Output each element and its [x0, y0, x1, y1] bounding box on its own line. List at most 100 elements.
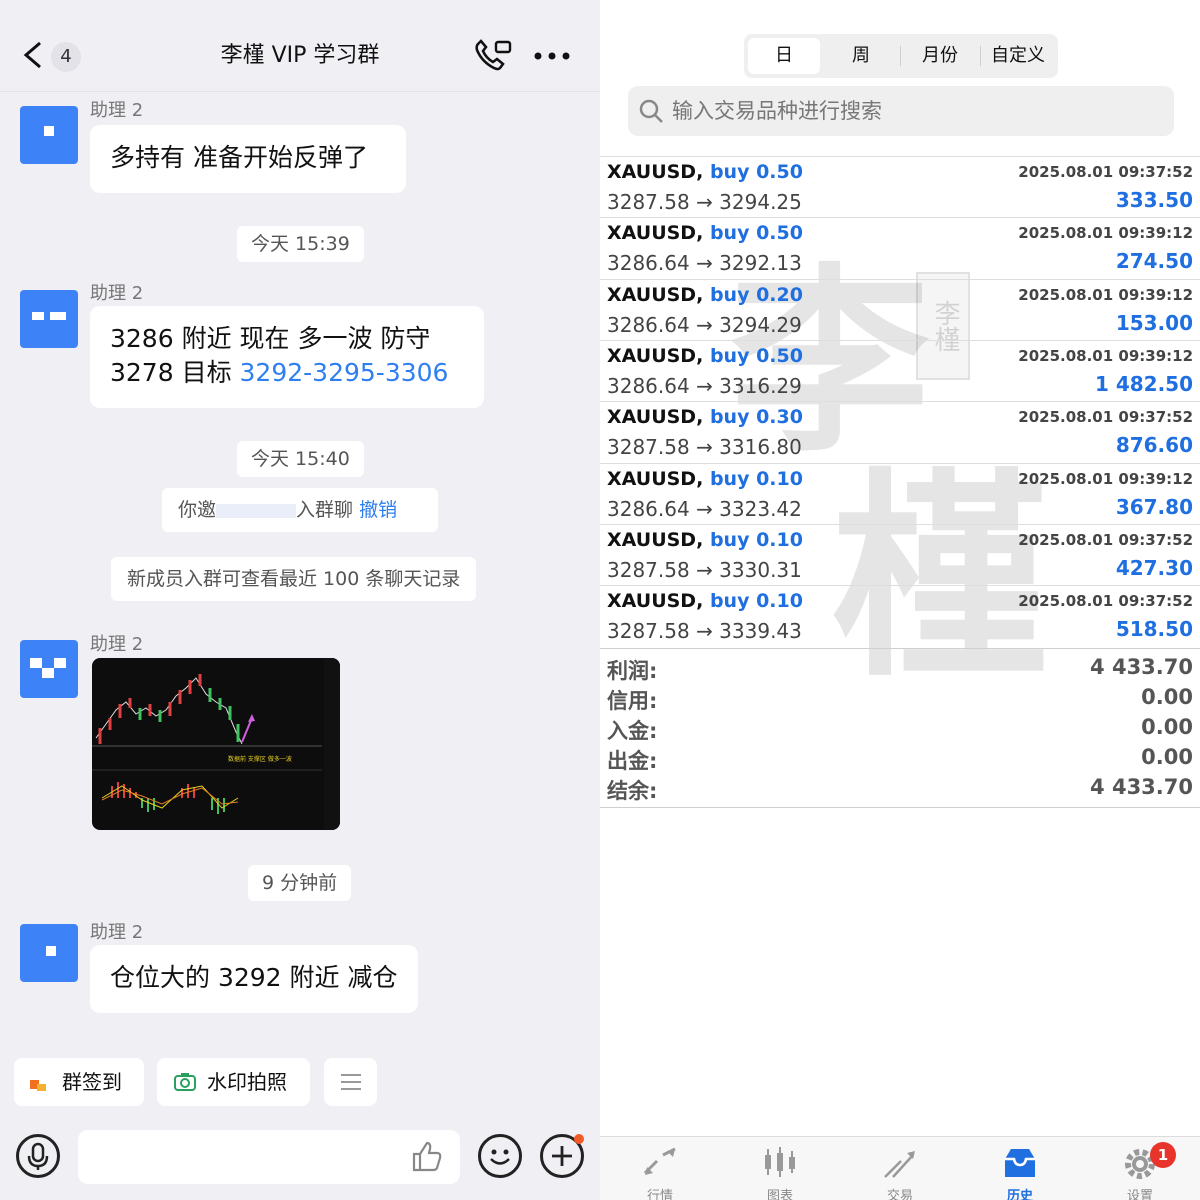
summary-label: 结余: — [607, 779, 658, 803]
sender-name: 助理 2 — [90, 922, 144, 943]
more-options-icon[interactable] — [532, 46, 572, 66]
timestamp-chip: 9 分钟前 — [248, 865, 352, 901]
trade-profit: 367.80 — [1115, 494, 1193, 519]
trade-side-volume: buy 0.30 — [709, 406, 803, 429]
tab-label: 图表 — [766, 1189, 793, 1200]
tab-settings[interactable]: 设置 — [1080, 1137, 1200, 1200]
thumbs-up-icon[interactable] — [410, 1140, 444, 1174]
avatar[interactable] — [20, 924, 78, 982]
system-text: 你邀 — [178, 499, 217, 521]
message-text-line2: 3278 目标 3292-3295-3306 — [110, 356, 464, 390]
trade-profit: 274.50 — [1115, 249, 1193, 274]
trade-symbol: XAUUSD, — [607, 222, 704, 245]
trade-time: 2025.08.01 09:37:52 — [1018, 408, 1193, 427]
trade-prices: 3287.58 → 3294.25 — [607, 190, 802, 214]
summary-label: 入金: — [607, 719, 658, 743]
trade-side-volume: buy 0.50 — [709, 344, 803, 367]
summary-row-withdrawal: 出金: 0.00 — [600, 745, 1200, 775]
trade-symbol: XAUUSD, — [607, 467, 704, 490]
trade-symbol: XAUUSD, — [607, 528, 704, 551]
trade-profit: 1 482.50 — [1094, 371, 1193, 396]
trade-symbol-line: XAUUSD, buy 0.10 — [607, 529, 803, 551]
group-call-icon[interactable] — [472, 38, 512, 74]
trade-profit: 518.50 — [1115, 617, 1193, 642]
symbol-search-box[interactable]: 输入交易品种进行搜索 — [628, 86, 1174, 136]
trade-time: 2025.08.01 09:37:52 — [1018, 592, 1193, 611]
tab-day[interactable]: 日 — [748, 38, 820, 74]
message-bubble[interactable]: 3286 附近 现在 多一波 防守 3278 目标 3292-3295-3306 — [90, 306, 484, 408]
trade-symbol: XAUUSD, — [607, 344, 704, 367]
chart-screenshot-image[interactable]: 数据前 支撑区 做多一波 — [92, 658, 340, 830]
trade-row[interactable]: XAUUSD, buy 0.10 2025.08.01 09:37:52 3287.… — [600, 585, 1200, 646]
system-history-notice: 新成员入群可查看最近 100 条聊天记录 — [111, 557, 477, 601]
trade-row[interactable]: XAUUSD, buy 0.20 2025.08.01 09:39:12 3286.… — [600, 278, 1200, 340]
trade-symbol: XAUUSD, — [607, 283, 704, 306]
system-text: 入群聊 — [296, 499, 354, 521]
trade-symbol-line: XAUUSD, buy 0.10 — [607, 590, 803, 612]
watermark-photo-label: 水印拍照 — [207, 1070, 287, 1094]
tab-custom[interactable]: 自定义 — [982, 38, 1054, 74]
trade-row[interactable]: XAUUSD, buy 0.50 2025.08.01 09:37:52 3287.… — [600, 156, 1200, 217]
price-target-link[interactable]: 3292-3295-3306 — [240, 358, 449, 387]
trade-row[interactable]: XAUUSD, buy 0.10 2025.08.01 09:37:52 3287.… — [600, 523, 1200, 585]
trade-row[interactable]: XAUUSD, buy 0.50 2025.08.01 09:39:12 3286.… — [600, 217, 1200, 278]
trade-symbol-line: XAUUSD, buy 0.50 — [607, 345, 803, 367]
avatar[interactable] — [20, 106, 78, 164]
emoji-button[interactable] — [478, 1134, 522, 1178]
avatar[interactable] — [20, 640, 78, 698]
unread-count-badge[interactable]: 4 — [51, 42, 81, 72]
message-bubble[interactable]: 仓位大的 3292 附近 减仓 — [90, 945, 418, 1013]
more-quick-actions-button[interactable] — [324, 1058, 377, 1106]
tab-history[interactable]: 历史 — [960, 1137, 1080, 1200]
summary-row-deposit: 入金: 0.00 — [600, 715, 1200, 745]
trade-profit: 427.30 — [1115, 555, 1193, 580]
settings-notification-badge: 1 — [1150, 1142, 1176, 1168]
tab-label: 历史 — [1006, 1189, 1033, 1200]
trade-row[interactable]: XAUUSD, buy 0.50 2025.08.01 09:39:12 3286.… — [600, 339, 1200, 401]
trade-side-volume: buy 0.20 — [709, 283, 803, 306]
sender-name: 助理 2 — [90, 100, 144, 121]
avatar[interactable] — [20, 290, 78, 348]
trade-prices: 3287.58 → 3330.31 — [607, 557, 802, 582]
voice-button[interactable] — [16, 1134, 60, 1178]
menu-icon — [341, 1074, 361, 1090]
back-icon[interactable] — [20, 40, 46, 70]
trade-profit: 153.00 — [1115, 310, 1193, 335]
trade-time: 2025.08.01 09:37:52 — [1018, 163, 1193, 181]
trade-prices: 3286.64 → 3316.29 — [607, 373, 802, 398]
summary-value: 0.00 — [1141, 685, 1193, 709]
summary-value: 4 433.70 — [1090, 775, 1193, 799]
trade-side-volume: buy 0.50 — [709, 161, 803, 183]
blurred-member-names — [216, 503, 297, 518]
trade-profit: 876.60 — [1115, 433, 1193, 458]
watermark-photo-button[interactable]: 水印拍照 — [157, 1058, 310, 1106]
timestamp-chip: 今天 15:39 — [237, 226, 364, 262]
sender-name: 助理 2 — [90, 634, 144, 655]
bottom-tab-bar: 行情 图表 交易 历史 设置 — [600, 1136, 1200, 1200]
trade-time: 2025.08.01 09:39:12 — [1018, 285, 1193, 304]
tab-quotes[interactable]: 行情 — [600, 1137, 720, 1200]
trade-symbol: XAUUSD, — [607, 590, 704, 613]
revoke-link[interactable]: 撤销 — [359, 499, 397, 521]
checkin-button[interactable]: 群签到 — [14, 1058, 144, 1106]
trade-profit: 333.50 — [1115, 188, 1193, 212]
tab-week[interactable]: 周 — [824, 38, 898, 74]
tab-trade[interactable]: 交易 — [840, 1137, 960, 1200]
sender-name: 助理 2 — [90, 283, 144, 304]
trade-row[interactable]: XAUUSD, buy 0.30 2025.08.01 09:37:52 3287.… — [600, 401, 1200, 462]
summary-value: 0.00 — [1141, 745, 1193, 769]
segment-divider — [900, 46, 901, 66]
trade-time: 2025.08.01 09:37:52 — [1018, 530, 1193, 549]
search-icon — [639, 99, 663, 123]
trade-symbol-line: XAUUSD, buy 0.20 — [607, 284, 803, 306]
chat-title: 李槿 VIP 学习群 — [220, 43, 380, 68]
message-input[interactable] — [78, 1130, 460, 1184]
tab-label: 设置 — [1126, 1189, 1153, 1200]
message-text: 3286 附近 现在 多一波 防守 — [110, 324, 431, 353]
tab-month[interactable]: 月份 — [902, 38, 978, 74]
trade-row[interactable]: XAUUSD, buy 0.10 2025.08.01 09:39:12 3286.… — [600, 462, 1200, 524]
chat-panel: 4 李槿 VIP 学习群 助理 2 多持有 准备开始反弹了 今天 15:39 助… — [0, 0, 600, 1200]
trade-symbol-line: XAUUSD, buy 0.30 — [607, 406, 803, 428]
tab-chart[interactable]: 图表 — [720, 1137, 840, 1200]
message-bubble[interactable]: 多持有 准备开始反弹了 — [90, 125, 406, 193]
